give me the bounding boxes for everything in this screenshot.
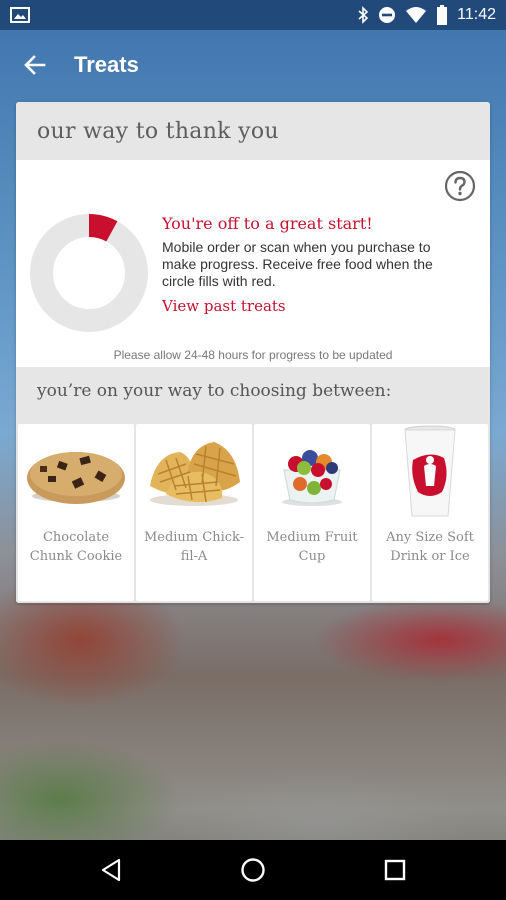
card-header: our way to thank you xyxy=(16,102,490,160)
reward-item-label: Medium Fruit Cup xyxy=(266,530,358,564)
progress-ring-track xyxy=(30,214,148,332)
progress-info: You're off to a great start! Mobile orde… xyxy=(162,214,462,315)
nav-home-button[interactable] xyxy=(237,854,269,886)
progress-ring xyxy=(30,214,148,332)
home-circle-icon xyxy=(241,858,265,882)
arrow-back-icon xyxy=(24,55,46,75)
fruit-cup-image xyxy=(282,450,342,506)
reward-options-title: you’re on your way to choosing between: xyxy=(37,381,392,401)
waffle-fries-image xyxy=(150,442,240,506)
app-bar: Treats xyxy=(0,30,506,100)
do-not-disturb-icon xyxy=(379,7,396,23)
view-past-treats-link[interactable]: View past treats xyxy=(162,297,462,315)
progress-note: Please allow 24-48 hours for progress to… xyxy=(113,348,393,362)
treats-card: our way to thank you You're off to a gre… xyxy=(16,102,490,603)
progress-description: Mobile order or scan when you purchase t… xyxy=(162,239,433,289)
reward-item-label: Chocolate Chunk Cookie xyxy=(29,530,123,564)
reward-item-label: Medium Chick-fil-A xyxy=(143,530,245,564)
reward-item-cookie[interactable]: Chocolate Chunk Cookie xyxy=(18,424,134,601)
progress-headline: You're off to a great start! xyxy=(162,214,373,233)
reward-item-fries[interactable]: Medium Chick-fil-A xyxy=(136,424,252,601)
image-icon xyxy=(10,7,30,23)
bluetooth-icon xyxy=(358,6,369,24)
soft-drink-cup-image xyxy=(404,425,456,517)
status-bar: 11:42 xyxy=(0,0,506,30)
cookie-image xyxy=(27,452,125,504)
card-header-title: our way to thank you xyxy=(37,118,279,144)
nav-recents-button[interactable] xyxy=(379,854,411,886)
recents-square-icon xyxy=(384,859,406,881)
status-time: 11:42 xyxy=(457,6,496,23)
system-navigation-bar xyxy=(0,840,506,900)
reward-item-soft-drink[interactable]: Any Size Soft Drink or Ice xyxy=(372,424,488,601)
reward-options-section: you’re on your way to choosing between: … xyxy=(16,367,490,603)
reward-item-fruit-cup[interactable]: Medium Fruit Cup xyxy=(254,424,370,601)
back-button[interactable] xyxy=(0,30,70,100)
page-title: Treats xyxy=(74,52,139,77)
back-triangle-icon xyxy=(101,858,121,882)
battery-icon xyxy=(437,5,448,25)
help-circle-icon[interactable] xyxy=(444,170,476,202)
nav-back-button[interactable] xyxy=(95,854,127,886)
wifi-icon xyxy=(406,7,427,23)
progress-ring-fill xyxy=(88,214,118,242)
reward-item-label: Any Size Soft Drink or Ice xyxy=(386,530,474,564)
